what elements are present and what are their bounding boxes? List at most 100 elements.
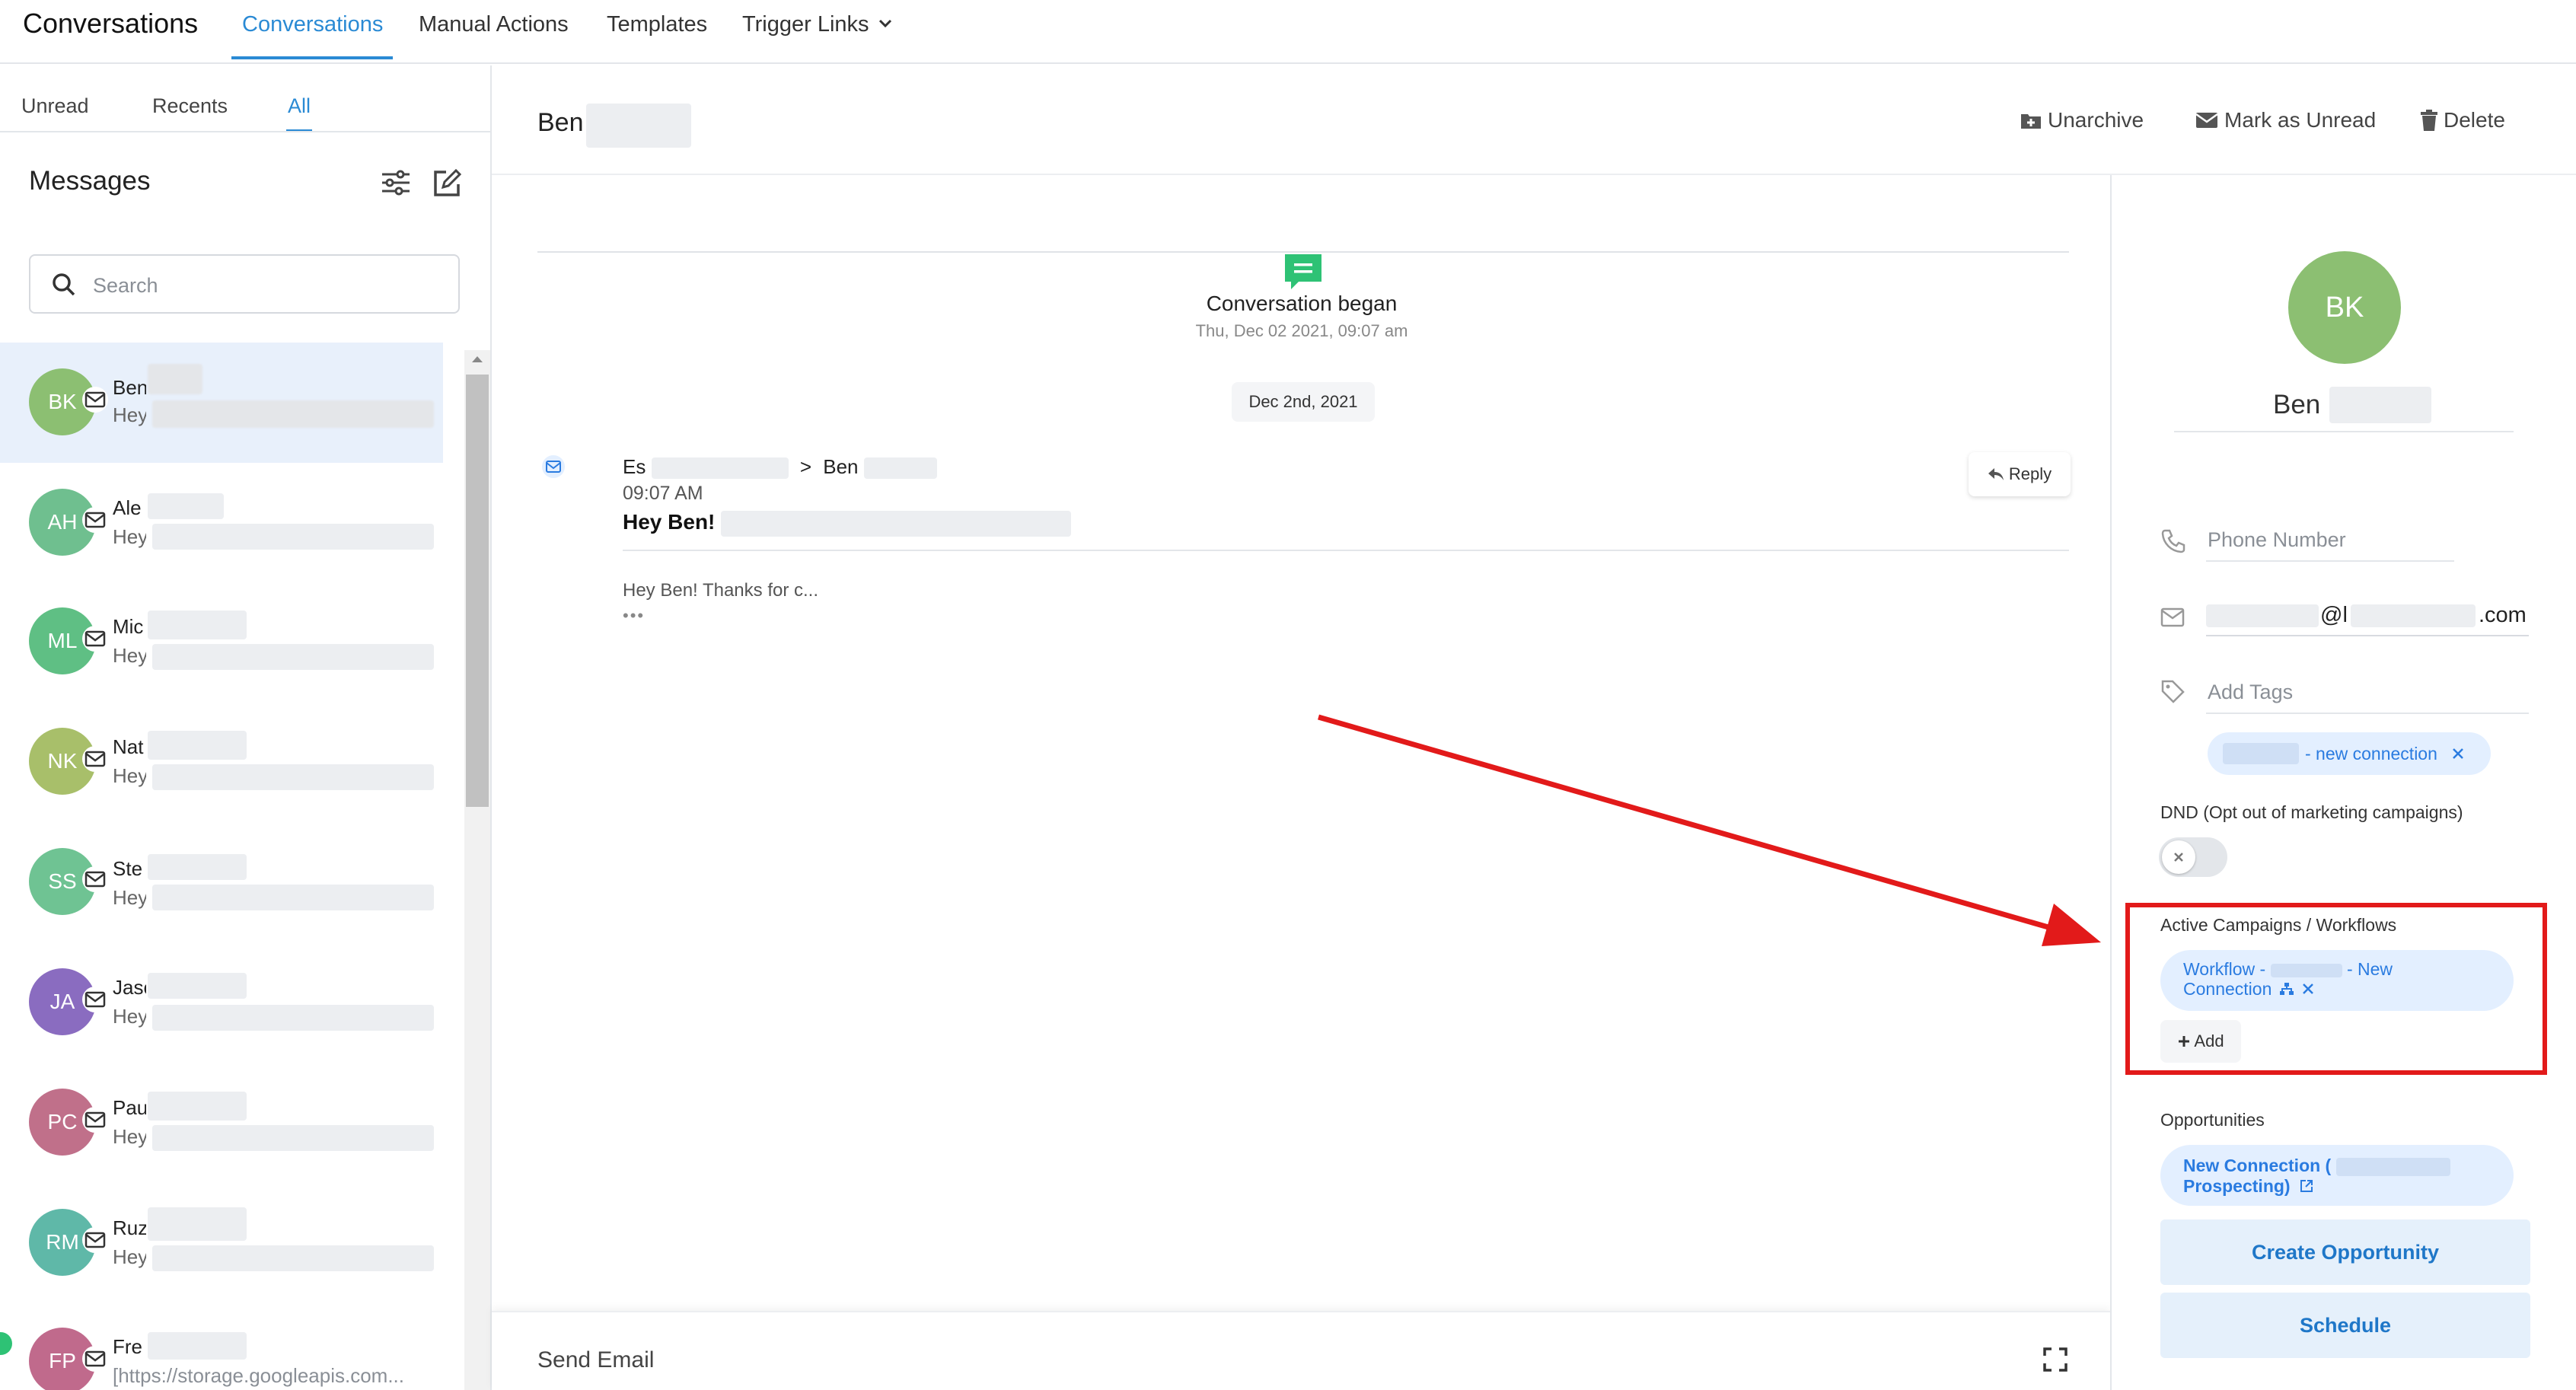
app-title: Conversations — [23, 8, 199, 39]
message-subject-text: Hey Ben! — [623, 510, 716, 534]
reply-icon — [1988, 467, 2004, 481]
workflow-label-prefix: Workflow - — [2183, 959, 2266, 979]
scrollbar-thumb[interactable] — [466, 375, 489, 807]
dnd-toggle-knob[interactable] — [2162, 840, 2195, 874]
nav-templates[interactable]: Templates — [607, 12, 707, 37]
conversation-name: Fre — [113, 1335, 142, 1358]
redacted-name — [148, 364, 202, 394]
create-opportunity-button[interactable]: Create Opportunity — [2160, 1219, 2530, 1285]
reply-label: Reply — [2008, 464, 2052, 483]
redacted-name — [148, 1332, 247, 1360]
workflow-label-suffix: - New — [2346, 959, 2393, 979]
conversation-item[interactable]: PC Pau Hey — [0, 1064, 443, 1184]
tab-recents[interactable]: Recents — [152, 94, 228, 118]
conversation-preview: Hey — [113, 403, 146, 426]
workflow-icon — [2279, 982, 2294, 996]
send-email-label[interactable]: Send Email — [537, 1347, 654, 1373]
conversation-preview: Hey — [113, 644, 146, 667]
nav-conversations[interactable]: Conversations — [242, 12, 383, 37]
chevron-down-icon[interactable] — [878, 18, 892, 29]
message-expand-dots[interactable]: ••• — [623, 606, 645, 626]
reply-button[interactable]: Reply — [1969, 452, 2071, 496]
conversation-began-date: Thu, Dec 02 2021, 09:07 am — [1195, 321, 1408, 340]
redacted-recipient — [863, 457, 937, 480]
phone-number-placeholder: Phone Number — [2208, 528, 2346, 551]
conversation-name: Jasc — [113, 976, 146, 999]
opportunity-chip[interactable]: New Connection ( Prospecting) — [2160, 1145, 2514, 1206]
mail-icon — [82, 746, 108, 772]
mail-icon — [82, 626, 108, 652]
search-input[interactable]: Search — [29, 254, 460, 314]
compose-icon[interactable] — [431, 167, 463, 199]
email-field[interactable]: @l .com — [2206, 601, 2529, 632]
search-icon — [52, 273, 76, 297]
delete-button[interactable]: Delete — [2421, 108, 2505, 132]
opportunity-label-line1: New Connection ( — [2183, 1156, 2332, 1175]
nav-manual-actions[interactable]: Manual Actions — [419, 12, 569, 37]
tab-unread[interactable]: Unread — [21, 94, 89, 118]
top-nav-bar — [0, 0, 2576, 64]
conversation-item[interactable]: ML Mic Hey — [0, 583, 443, 703]
conversation-preview: Hey — [113, 764, 146, 787]
message-participants: Es > Ben — [623, 455, 937, 480]
redacted-workflow-name — [2270, 963, 2342, 977]
conversation-preview: [https://storage.googleapis.com... — [113, 1364, 404, 1387]
unarchive-icon — [2020, 111, 2042, 129]
redacted-name — [148, 1092, 247, 1121]
conversation-began-label: Conversation began — [1206, 292, 1398, 315]
conversation-preview: Hey — [113, 1005, 146, 1028]
tag-chip[interactable]: - new connection — [2208, 732, 2491, 775]
conversation-name: Mic — [113, 615, 144, 638]
external-link-icon[interactable] — [2300, 1179, 2313, 1193]
scroll-up-arrow-icon[interactable] — [470, 355, 484, 364]
redacted-name — [148, 854, 247, 880]
redacted-last-name — [586, 104, 691, 148]
conversation-item[interactable]: RM Ruz Hey — [0, 1184, 443, 1305]
filter-icon[interactable] — [381, 169, 411, 196]
add-campaign-button[interactable]: Add — [2160, 1020, 2241, 1063]
redacted-preview — [152, 524, 434, 550]
expand-icon[interactable] — [2043, 1347, 2067, 1372]
dnd-label: DND (Opt out of marketing campaigns) — [2160, 802, 2463, 822]
mark-unread-button[interactable]: Mark as Unread — [2195, 108, 2376, 132]
remove-tag-icon[interactable] — [2451, 747, 2465, 760]
mail-icon — [82, 507, 108, 533]
schedule-button[interactable]: Schedule — [2160, 1293, 2530, 1358]
date-separator-chip: Dec 2nd, 2021 — [1232, 382, 1375, 422]
redacted-name — [148, 493, 224, 519]
redacted-preview — [152, 644, 434, 670]
remove-workflow-icon[interactable] — [2302, 983, 2314, 995]
online-indicator — [0, 1332, 12, 1355]
tab-all[interactable]: All — [288, 94, 311, 118]
conversation-item[interactable]: SS Ste Hey — [0, 824, 443, 944]
email-tld: .com — [2479, 603, 2527, 627]
message-recipient: Ben — [823, 455, 859, 478]
nav-active-underline — [231, 56, 393, 59]
mail-icon — [82, 1227, 108, 1253]
conversation-item[interactable]: FP Fre [https://storage.googleapis.com..… — [0, 1305, 443, 1390]
nav-trigger-links-label: Trigger Links — [742, 12, 869, 37]
mail-icon — [82, 1346, 108, 1372]
conversation-name: Nat — [113, 735, 144, 758]
workflow-chip[interactable]: Workflow - - New Connection — [2160, 950, 2514, 1011]
redacted-subject — [721, 510, 1072, 537]
opportunity-label-line2: Prospecting) — [2183, 1175, 2291, 1196]
mark-unread-label: Mark as Unread — [2224, 108, 2377, 132]
conversation-item[interactable]: AH Ale Hey — [0, 463, 443, 583]
mail-icon — [82, 387, 108, 413]
tag-icon — [2160, 679, 2185, 703]
conversation-name: Ruz — [113, 1216, 146, 1239]
nav-trigger-links[interactable]: Trigger Links — [742, 12, 869, 37]
message-body-preview[interactable]: Hey Ben! Thanks for c... — [623, 580, 818, 601]
redacted-name — [148, 973, 247, 999]
conversation-item[interactable]: BK Ben Hey — [0, 343, 443, 463]
message-subject: Hey Ben! — [623, 510, 1072, 537]
conversation-preview: Hey — [113, 525, 146, 548]
unarchive-button[interactable]: Unarchive — [2020, 108, 2144, 132]
redacted-tag-prefix — [2223, 743, 2299, 764]
redacted-name — [148, 731, 247, 760]
conversation-item[interactable]: NK Nat Hey — [0, 703, 443, 824]
conversation-item[interactable]: JA Jasc Hey — [0, 944, 443, 1064]
conversation-name: Ben — [113, 376, 146, 399]
compose-bar[interactable] — [492, 1311, 2110, 1390]
